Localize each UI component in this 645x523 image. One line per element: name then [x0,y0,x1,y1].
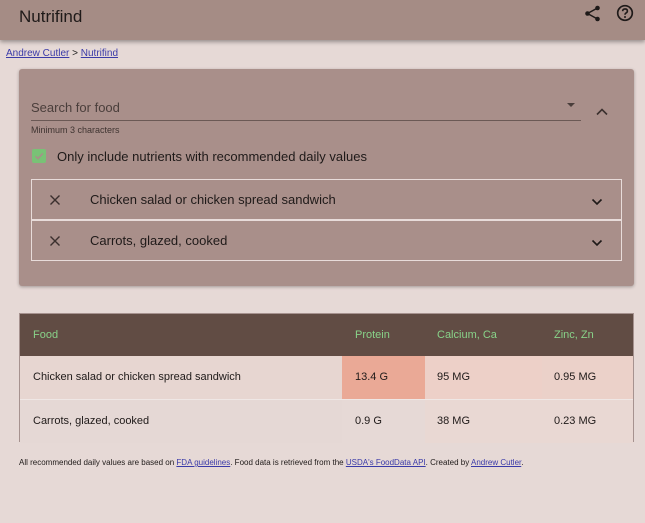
fda-guidelines-link[interactable]: FDA guidelines [176,458,230,467]
checkmark-icon [34,152,44,160]
column-header-protein[interactable]: Protein [355,329,390,341]
column-header-food[interactable]: Food [33,329,58,341]
table-row: Carrots, glazed, cooked 0.9 G 38 MG 0.23… [20,399,633,443]
chevron-down-icon[interactable] [591,235,603,247]
chevron-down-icon[interactable] [591,194,603,206]
close-icon[interactable] [49,193,61,205]
selected-food-item[interactable]: Carrots, glazed, cooked [31,220,622,261]
search-field [31,93,581,121]
chevron-up-icon[interactable] [596,104,608,116]
breadcrumb-link-home[interactable]: Andrew Cutler [6,48,69,59]
help-circle-icon[interactable] [615,4,635,24]
table-cell: 95 MG [425,356,542,399]
column-header-calcium[interactable]: Calcium, Ca [437,329,497,341]
table-row: Chicken salad or chicken spread sandwich… [20,356,633,399]
table-header: Food Protein Calcium, Ca Zinc, Zn [20,314,633,356]
close-icon[interactable] [49,234,61,246]
table-cell: Chicken salad or chicken spread sandwich [33,371,241,383]
breadcrumb-link-current[interactable]: Nutrifind [81,48,118,59]
nutrient-table: Food Protein Calcium, Ca Zinc, Zn Chicke… [19,313,634,443]
footer-text: . Food data is retrieved from the [230,458,346,467]
footer-note: All recommended daily values are based o… [19,458,523,467]
table-cell: 13.4 G [342,356,425,399]
selected-food-name: Chicken salad or chicken spread sandwich [90,192,336,207]
breadcrumb-separator: > [72,48,78,59]
rdv-filter-label: Only include nutrients with recommended … [57,149,367,164]
app-bar: Nutrifind [0,0,645,40]
search-hint: Minimum 3 characters [31,125,120,135]
author-link[interactable]: Andrew Cutler [471,458,521,467]
column-header-zinc[interactable]: Zinc, Zn [554,329,594,341]
search-input[interactable] [31,98,551,116]
dropdown-caret-icon[interactable] [567,103,575,107]
footer-text: All recommended daily values are based o… [19,458,177,467]
table-cell: 38 MG [425,400,542,443]
search-panel: Minimum 3 characters Only include nutrie… [19,69,634,286]
table-cell: 0.9 G [342,400,425,443]
table-cell: 0.23 MG [542,400,633,443]
table-cell: Carrots, glazed, cooked [33,415,150,427]
footer-text: . [521,458,524,467]
table-cell: 0.95 MG [542,356,633,399]
selected-food-item[interactable]: Chicken salad or chicken spread sandwich [31,179,622,220]
selected-food-name: Carrots, glazed, cooked [90,233,228,248]
footer-text: . Created by [425,458,471,467]
app-title: Nutrifind [19,7,83,26]
rdv-filter-checkbox[interactable] [32,149,46,163]
usda-api-link[interactable]: USDA's FoodData API [346,458,426,467]
breadcrumb: Andrew Cutler > Nutrifind [6,48,118,59]
share-icon[interactable] [583,4,603,24]
